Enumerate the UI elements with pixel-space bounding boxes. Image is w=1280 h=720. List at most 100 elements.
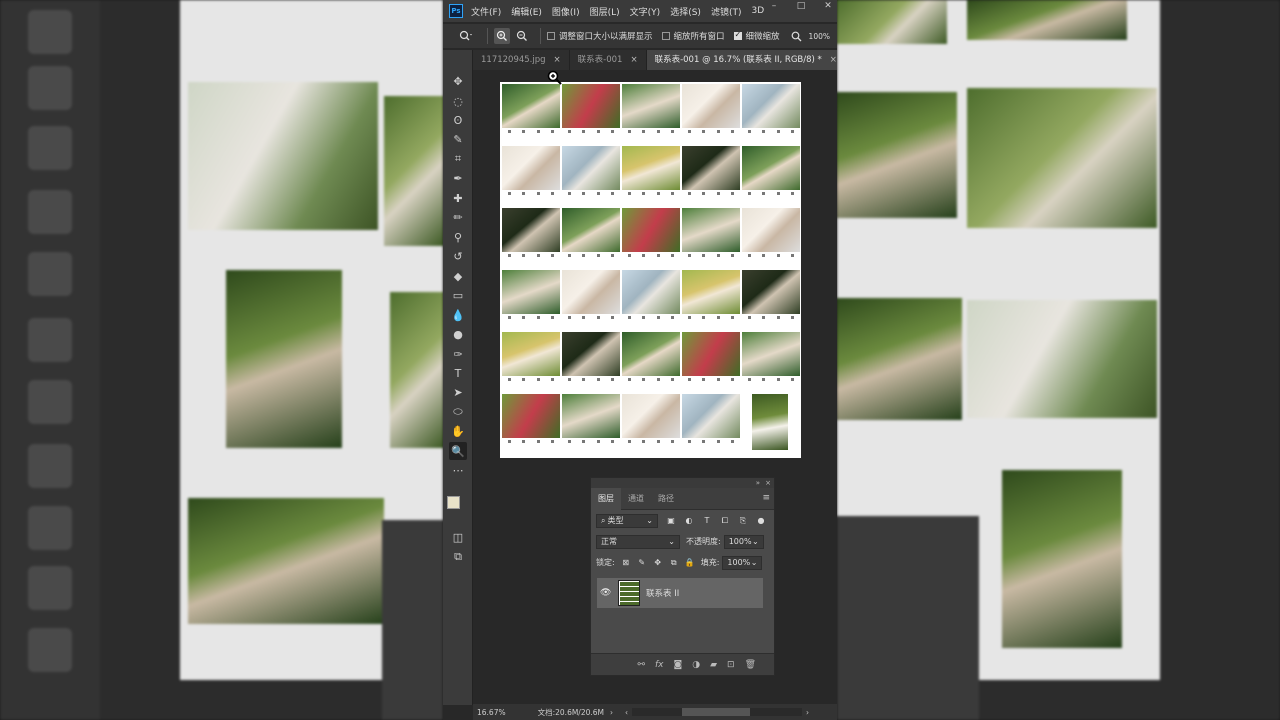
menu-filter[interactable]: 滤镜(T)	[711, 5, 742, 18]
tab-117120945-jpg[interactable]: 117120945.jpg ×	[473, 50, 570, 70]
menu-type[interactable]: 文字(Y)	[630, 5, 661, 18]
gradient-icon[interactable]: ▭	[449, 286, 467, 304]
more-icon[interactable]: ⋯	[449, 461, 467, 479]
type-filter-icon[interactable]: T	[702, 516, 712, 526]
tab-paths[interactable]: 路径	[651, 488, 681, 510]
adjustment-filter-icon[interactable]: ◐	[684, 516, 694, 526]
eraser-icon[interactable]: ◆	[449, 267, 467, 285]
history-brush-icon[interactable]: ↺	[449, 247, 467, 265]
new-layer-icon[interactable]: ⊡	[727, 660, 735, 670]
status-menu-arrow-icon[interactable]: ›	[610, 708, 613, 717]
photo-thumbnail-image	[502, 84, 560, 128]
quick-select-icon[interactable]: ✎	[449, 130, 467, 148]
filter-toggle-icon[interactable]: ●	[756, 516, 766, 526]
blur-icon[interactable]: 💧	[449, 306, 467, 324]
layer-row-contact-sheet[interactable]: 👁 联系表 II	[597, 578, 763, 608]
photo-thumbnail-image	[562, 394, 620, 438]
lock-transparency-icon[interactable]: ⊠	[621, 558, 631, 568]
scroll-left-icon[interactable]: ‹	[625, 708, 628, 717]
close-tab-icon[interactable]: ×	[630, 55, 637, 65]
filter-kind-select[interactable]: ⌕ 类型 ⌄	[596, 513, 658, 528]
menu-file[interactable]: 文件(F)	[471, 5, 501, 18]
close-window-button[interactable]: ✕	[817, 0, 837, 14]
adjustment-layer-icon[interactable]: ◑	[692, 660, 700, 670]
zoom-in-icon[interactable]	[494, 28, 510, 44]
delete-layer-trash-icon[interactable]: 🗑	[745, 660, 756, 670]
collapse-panel-icon[interactable]: »	[756, 478, 760, 488]
healing-icon[interactable]: ✚	[449, 189, 467, 207]
scrubby-zoom-checkbox[interactable]	[733, 30, 742, 40]
zoom-out-icon[interactable]	[514, 28, 530, 44]
background-tool-icon	[28, 252, 72, 296]
move-icon[interactable]: ✥	[449, 72, 467, 90]
background-tool-icon	[28, 10, 72, 54]
eyedropper-icon[interactable]: ✒	[449, 169, 467, 187]
panel-header[interactable]: » ×	[591, 478, 774, 488]
path-select-icon[interactable]: ➤	[449, 383, 467, 401]
fill-input[interactable]: 100% ⌄	[722, 555, 763, 570]
dodge-icon[interactable]: ●	[449, 325, 467, 343]
quick-mask-icon[interactable]: ◫	[449, 528, 467, 546]
pen-icon[interactable]: ✑	[449, 345, 467, 363]
hand-icon[interactable]: ✋	[449, 422, 467, 440]
shape-icon[interactable]: ⬭	[449, 403, 467, 421]
close-tab-icon[interactable]: ×	[830, 55, 837, 65]
foreground-color-swatch[interactable]	[447, 496, 460, 509]
canvas-area[interactable]: » × 图层 通道 路径 ≡ ⌕ 类型 ⌄ ▣ ◐ T ⧠ ⎘ ● 正常 ⌄ 不…	[473, 70, 837, 704]
visibility-eye-icon[interactable]: 👁	[600, 588, 614, 598]
menu-image[interactable]: 图像(I)	[552, 5, 580, 18]
horizontal-scrollbar[interactable]	[632, 708, 803, 716]
zoom-all-option[interactable]: 缩放所有窗口	[661, 30, 725, 42]
marquee-icon[interactable]: ◌	[449, 92, 467, 110]
tab-channels[interactable]: 通道	[621, 488, 651, 510]
opacity-input[interactable]: 100% ⌄	[723, 534, 764, 549]
shape-filter-icon[interactable]: ⧠	[720, 516, 730, 526]
menu-select[interactable]: 选择(S)	[670, 5, 701, 18]
minimize-button[interactable]: –	[763, 0, 785, 14]
stamp-icon[interactable]: ⚲	[449, 228, 467, 246]
blend-mode-select[interactable]: 正常 ⌄	[596, 534, 680, 549]
zoom-all-checkbox[interactable]	[661, 32, 670, 40]
panel-menu-icon[interactable]: ≡	[762, 493, 770, 503]
fx-icon[interactable]: fx	[655, 660, 664, 670]
lock-position-icon[interactable]: ✥	[653, 558, 663, 568]
tab-contact-sheet-001[interactable]: 联系表-001 ×	[570, 50, 647, 70]
zoom-tool-preset-icon[interactable]	[455, 28, 477, 44]
add-mask-icon[interactable]: ◙	[674, 660, 683, 670]
scroll-right-icon[interactable]: ›	[806, 708, 809, 717]
zoom-icon[interactable]: 🔍	[449, 442, 467, 460]
scrubby-zoom-option[interactable]: 细微缩放	[733, 30, 780, 42]
resize-windows-option[interactable]: 调整窗口大小以满屏显示	[547, 30, 653, 42]
blend-row: 正常 ⌄ 不透明度: 100% ⌄	[591, 531, 774, 552]
contact-sheet-document[interactable]	[500, 82, 801, 458]
screen-mode-icon[interactable]: ⧉	[449, 548, 467, 566]
lock-artboard-icon[interactable]: ⧉	[669, 558, 679, 568]
menu-layer[interactable]: 图层(L)	[590, 5, 620, 18]
close-tab-icon[interactable]: ×	[554, 55, 561, 65]
brush-icon[interactable]: ✏	[449, 208, 467, 226]
zoom-percentage-button[interactable]: 100%	[809, 32, 830, 41]
lock-all-icon[interactable]: 🔒	[685, 558, 695, 568]
link-layers-icon[interactable]: ⚯	[637, 660, 645, 670]
resize-windows-checkbox[interactable]	[547, 32, 555, 40]
zoom-level-readout[interactable]: 16.67%	[477, 708, 506, 717]
new-group-folder-icon[interactable]: ▰	[710, 660, 717, 670]
lock-pixels-icon[interactable]: ✎	[637, 558, 647, 568]
background-tool-icon	[28, 506, 72, 550]
scrollbar-thumb[interactable]	[682, 708, 751, 716]
contact-sheet-thumbnail	[622, 208, 680, 260]
smart-object-filter-icon[interactable]: ⎘	[738, 516, 748, 526]
crop-icon[interactable]: ⌗	[449, 150, 467, 168]
search-icon[interactable]	[789, 28, 805, 44]
photo-thumbnail-image	[682, 394, 740, 438]
pixel-filter-icon[interactable]: ▣	[666, 516, 676, 526]
close-panel-icon[interactable]: ×	[765, 478, 771, 488]
tab-contact-sheet-001-active[interactable]: 联系表-001 @ 16.7% (联系表 II, RGB/8) * ×	[646, 50, 837, 70]
tab-layers[interactable]: 图层	[591, 487, 621, 510]
type-icon[interactable]: T	[449, 364, 467, 382]
document-size-info[interactable]: 文档:20.6M/20.6M	[538, 707, 604, 718]
maximize-button[interactable]: □	[790, 0, 812, 14]
menu-edit[interactable]: 编辑(E)	[511, 5, 542, 18]
lasso-icon[interactable]: ʘ	[449, 111, 467, 129]
layer-name[interactable]: 联系表 II	[646, 587, 679, 599]
